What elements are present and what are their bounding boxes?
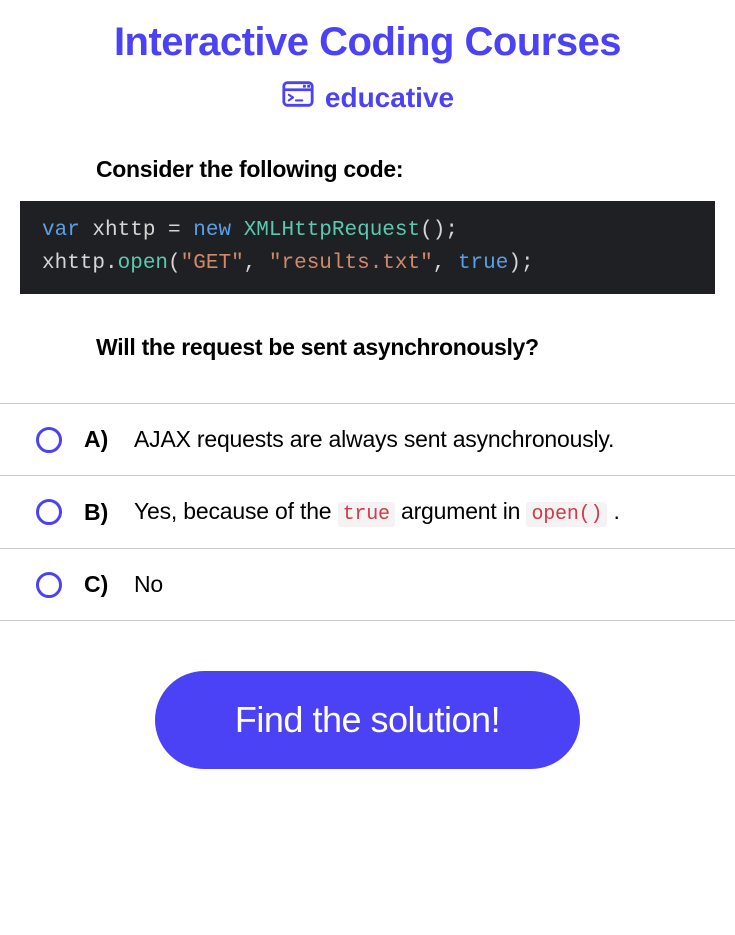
page-title: Interactive Coding Courses [0,20,735,65]
brand-icon [281,77,315,118]
code-pun: , [244,252,269,275]
brand-name: educative [325,82,454,114]
option-text: No [134,571,163,598]
content: Consider the following code: var xhttp =… [0,156,735,361]
code-ident2: xhttp [42,252,105,275]
option-text-mid: argument in [395,498,527,524]
option-a[interactable]: A) AJAX requests are always sent asynchr… [0,404,735,476]
code-string: "GET" [181,252,244,275]
option-b[interactable]: B) Yes, because of the true argument in … [0,476,735,549]
code-block: var xhttp = new XMLHttpRequest(); xhttp.… [20,201,715,294]
code-method: open [118,252,168,275]
code-keyword-var: var [42,219,80,242]
inline-code: true [338,502,395,527]
code-pun: (); [420,219,458,242]
option-c[interactable]: C) No [0,549,735,621]
option-text: AJAX requests are always sent asynchrono… [134,426,614,453]
inline-code: open() [526,502,607,527]
code-keyword-new: new [193,219,231,242]
code-constructor: XMLHttpRequest [244,219,420,242]
find-solution-button[interactable]: Find the solution! [155,671,580,769]
brand-row: educative [0,77,735,118]
option-text-post: . [607,498,619,524]
option-letter: A) [84,426,112,453]
header: Interactive Coding Courses educative [0,0,735,118]
option-letter: C) [84,571,112,598]
code-string: "results.txt" [269,252,433,275]
code-pun: , [433,252,458,275]
code-bool: true [458,252,508,275]
option-letter: B) [84,499,112,526]
prompt-text: Consider the following code: [96,156,715,183]
code-pun: ); [508,252,533,275]
cta-wrap: Find the solution! [0,671,735,769]
code-ident: xhttp [92,219,155,242]
radio-icon [36,427,62,453]
option-text: Yes, because of the true argument in ope… [134,498,620,526]
code-pun: . [105,252,118,275]
options-list: A) AJAX requests are always sent asynchr… [0,403,735,621]
radio-icon [36,499,62,525]
question-text: Will the request be sent asynchronously? [96,334,715,361]
option-text-pre: Yes, because of the [134,498,338,524]
code-pun: ( [168,252,181,275]
code-eq: = [168,219,181,242]
radio-icon [36,572,62,598]
